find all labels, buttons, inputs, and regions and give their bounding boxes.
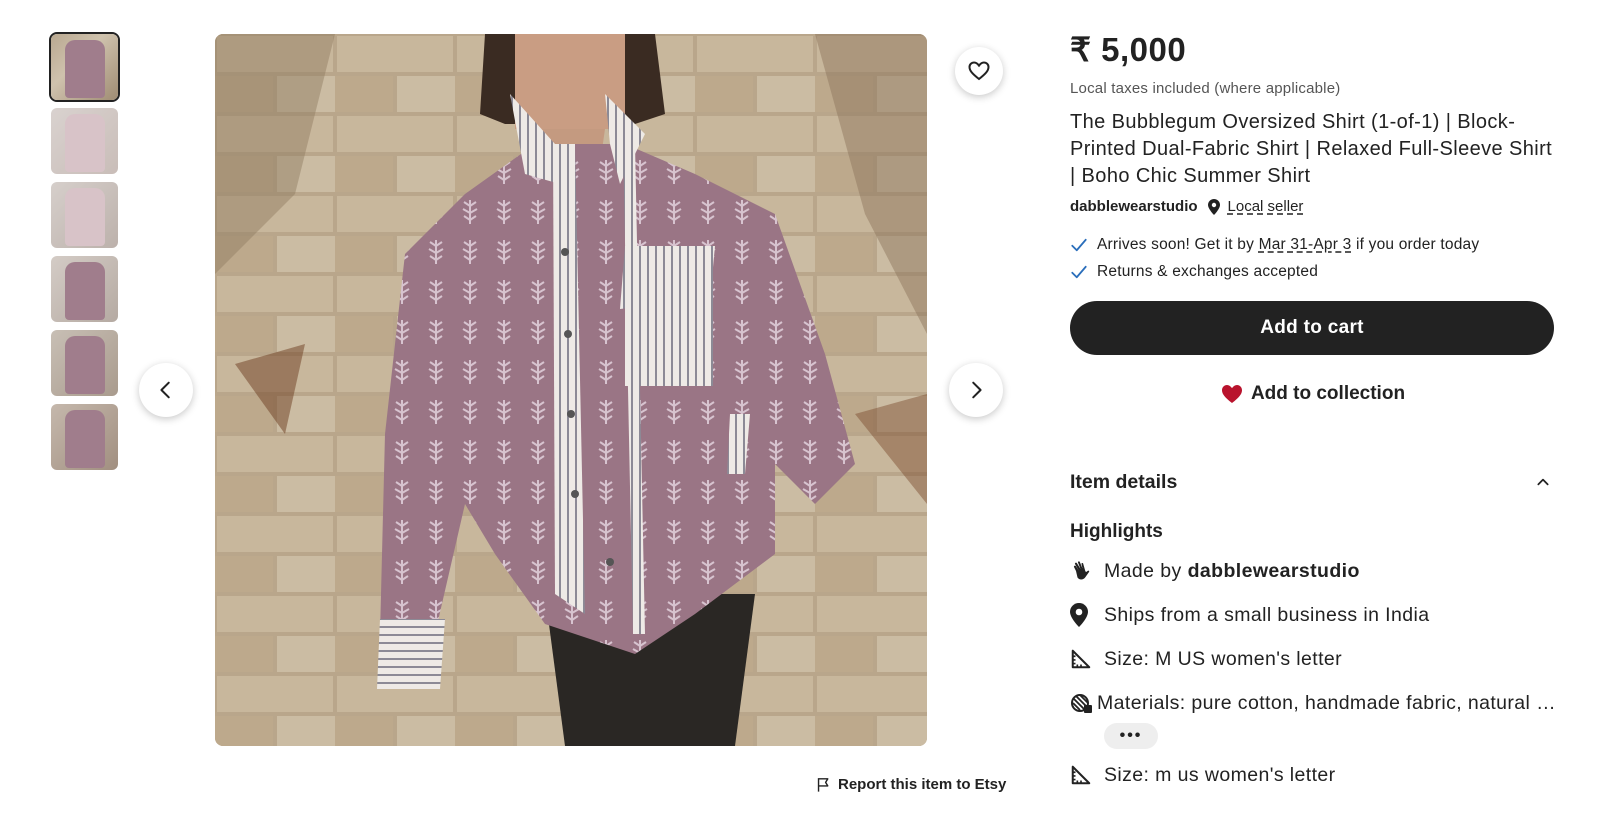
arrival-suffix: if you order today (1355, 235, 1480, 253)
highlight-materials: Materials: pure cotton, handmade fabric,… (1070, 681, 1556, 725)
chevron-left-icon (160, 381, 170, 399)
fabric-icon (1070, 691, 1097, 715)
tax-note: Local taxes included (where applicable) (1070, 80, 1341, 97)
show-more-materials-button[interactable]: ••• (1104, 723, 1158, 749)
arrival-prefix: Arrives soon! Get it by (1097, 235, 1255, 253)
previous-image-button[interactable] (139, 363, 193, 417)
add-to-cart-label: Add to cart (1260, 317, 1364, 338)
item-details-heading: Item details (1070, 470, 1178, 493)
ships-from-text: Ships from a small business in India (1104, 603, 1430, 626)
ruler-triangle-icon (1070, 764, 1104, 786)
materials-text: Materials: pure cotton, handmade fabric,… (1097, 691, 1556, 714)
add-to-cart-button[interactable]: Add to cart (1070, 301, 1554, 355)
highlight-size: Size: M US women's letter (1070, 637, 1556, 681)
highlight-made-by: Made by dabblewearstudio (1070, 549, 1556, 593)
report-item-link[interactable]: Report this item to Etsy (815, 776, 1006, 793)
thumbnail-4[interactable] (51, 256, 118, 322)
size-text: Size: M US women's letter (1104, 647, 1343, 670)
flag-icon (817, 778, 829, 792)
local-seller-link[interactable]: Local seller (1228, 198, 1304, 215)
highlight-size-2: Size: m us women's letter (1070, 753, 1556, 797)
checkmark-icon (1071, 238, 1087, 251)
thumbnail-2[interactable] (51, 108, 118, 174)
checkmark-icon (1071, 265, 1087, 278)
add-to-collection-label: Add to collection (1250, 383, 1406, 404)
thumbnail-1[interactable] (49, 32, 120, 102)
favorite-button[interactable] (955, 47, 1003, 95)
report-item-label: Report this item to Etsy (838, 776, 1007, 793)
highlights-list: Made by dabblewearstudio Ships from a sma… (1070, 549, 1556, 797)
ruler-triangle-icon (1070, 648, 1104, 670)
arrival-perk: Arrives soon! Get it by Mar 31-Apr 3 if … (1070, 231, 1556, 258)
chevron-right-icon (972, 381, 982, 399)
arrival-dates[interactable]: Mar 31-Apr 3 (1259, 236, 1352, 254)
next-image-button[interactable] (949, 363, 1003, 417)
returns-text: Returns & exchanges accepted (1097, 262, 1319, 280)
seller-row: dabblewearstudio Local seller (1070, 198, 1556, 215)
thumbnail-list (49, 32, 120, 478)
product-main-image[interactable] (215, 34, 927, 746)
product-title: The Bubblegum Oversized Shirt (1-of-1) |… (1070, 111, 1553, 187)
shipping-perks: Arrives soon! Get it by Mar 31-Apr 3 if … (1070, 231, 1556, 285)
seller-name-link[interactable]: dabblewearstudio (1070, 198, 1198, 215)
made-by-prefix: Made by (1104, 559, 1182, 582)
map-pin-icon (1070, 603, 1104, 627)
add-to-collection-button[interactable]: Add to collection (1070, 367, 1554, 421)
highlights-heading: Highlights (1070, 521, 1163, 542)
thumbnail-3[interactable] (51, 182, 118, 248)
thumbnail-6[interactable] (51, 404, 118, 470)
heart-outline-icon (968, 61, 990, 81)
highlight-ships-from: Ships from a small business in India (1070, 593, 1556, 637)
chevron-up-icon (1537, 478, 1549, 486)
returns-perk: Returns & exchanges accepted (1070, 258, 1556, 285)
product-info-panel: ₹ 5,000 Local taxes included (where appl… (1070, 30, 1556, 797)
hand-wave-icon (1070, 559, 1104, 583)
size-2-text: Size: m us women's letter (1104, 763, 1336, 786)
item-details-toggle[interactable]: Item details (1070, 467, 1556, 497)
heart-filled-icon (1221, 385, 1242, 403)
made-by-seller-link[interactable]: dabblewearstudio (1188, 560, 1360, 583)
thumbnail-5[interactable] (51, 330, 118, 396)
price: ₹ 5,000 (1070, 31, 1187, 68)
map-pin-icon (1207, 198, 1220, 215)
